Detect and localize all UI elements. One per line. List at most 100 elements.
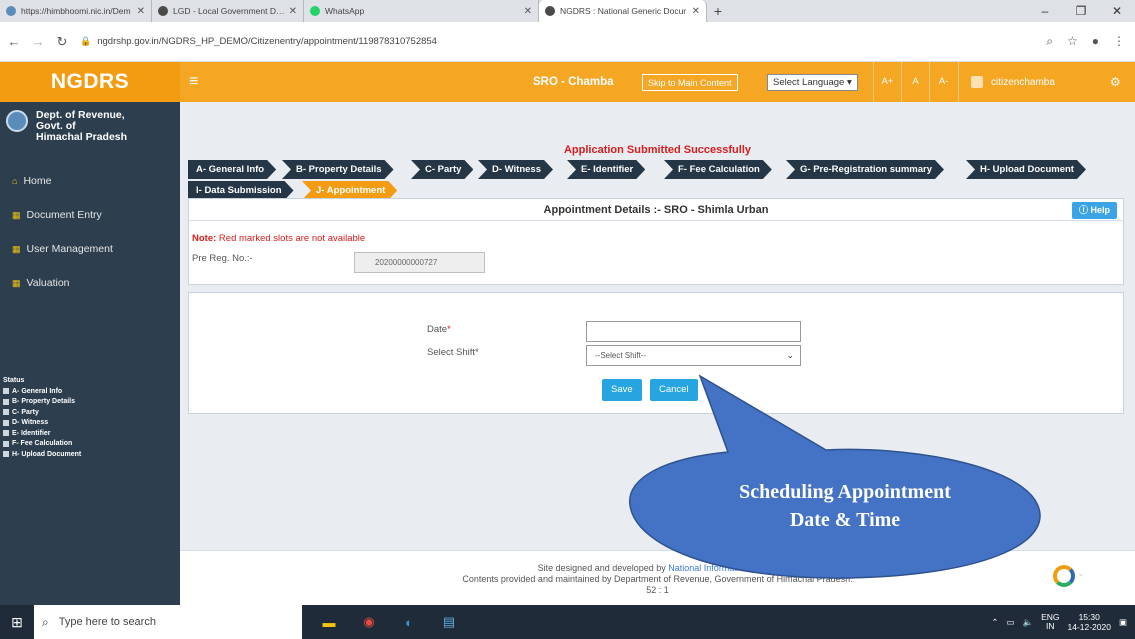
- hamburger-menu-icon[interactable]: ≡: [189, 62, 198, 102]
- taskbar-search[interactable]: ⌕ Type here to search: [34, 605, 302, 639]
- checkbox-icon: [3, 419, 9, 426]
- panel-title: Appointment Details :- SRO - Shimla Urba…: [543, 204, 769, 216]
- network-icon[interactable]: ▭: [1006, 617, 1014, 628]
- globe-icon: [158, 6, 168, 16]
- step-general-info[interactable]: A- General Info: [188, 160, 276, 179]
- save-button[interactable]: Save: [602, 379, 642, 401]
- digital-india-wordmark-icon: ~: [1079, 572, 1083, 579]
- nic-link[interactable]: National Informatics Centre: [668, 563, 777, 573]
- sidebar: Dept. of Revenue, Govt. of Himachal Prad…: [0, 102, 180, 605]
- footer-text: Site designed and developed by: [537, 563, 666, 573]
- maximize-button[interactable]: ❐: [1063, 0, 1099, 22]
- reload-icon[interactable]: ↻: [52, 34, 72, 50]
- close-tab-icon[interactable]: ✕: [524, 6, 532, 17]
- minimize-button[interactable]: –: [1027, 0, 1063, 22]
- skip-to-main-link[interactable]: Skip to Main Content: [642, 74, 738, 91]
- close-window-button[interactable]: ✕: [1099, 0, 1135, 22]
- tab-title: NGDRS : National Generic Docur: [560, 6, 687, 16]
- edge-icon[interactable]: ◐: [394, 607, 424, 637]
- date-label: Date*: [427, 324, 451, 335]
- font-increase-button[interactable]: A+: [873, 62, 901, 102]
- cancel-button[interactable]: Cancel: [650, 379, 698, 401]
- step-upload-document[interactable]: H- Upload Document: [966, 160, 1086, 179]
- appointment-form-panel: Date* Select Shift* --Select Shift-- ⌄ S…: [188, 292, 1124, 414]
- close-tab-icon[interactable]: ✕: [289, 6, 297, 17]
- sidebar-item-label: Valuation: [26, 277, 70, 289]
- file-explorer-icon[interactable]: ▬: [314, 607, 344, 637]
- app-logo[interactable]: NGDRS: [0, 62, 180, 102]
- browser-tab-ngdrs[interactable]: NGDRS : National Generic Docur ✕: [539, 0, 707, 22]
- help-button[interactable]: ⓘ Help: [1071, 202, 1117, 219]
- date-input[interactable]: [586, 321, 801, 342]
- close-tab-icon[interactable]: ✕: [137, 6, 145, 17]
- tab-title: WhatsApp: [325, 6, 365, 16]
- slot-note: Note: Red marked slots are not available: [192, 233, 365, 244]
- emblem-icon: [6, 110, 28, 132]
- page-footer: Site designed and developed by National …: [180, 550, 1135, 605]
- browser-tab-lgd[interactable]: LGD - Local Government Directo ✕: [152, 0, 304, 22]
- whatsapp-icon: [310, 6, 320, 16]
- chrome-icon[interactable]: ◉: [354, 607, 384, 637]
- step-fee-calculation[interactable]: F- Fee Calculation: [664, 160, 772, 179]
- volume-icon[interactable]: 🔈: [1022, 617, 1033, 628]
- browser-tab-himbhoomi[interactable]: https://himbhoomi.nic.in/Dem ✕: [0, 0, 152, 22]
- sidebar-item-home[interactable]: ⌂ Home: [0, 164, 180, 198]
- close-tab-icon[interactable]: ✕: [692, 6, 700, 17]
- more-icon[interactable]: ⋮: [1113, 34, 1125, 49]
- taskbar-search-placeholder: Type here to search: [58, 616, 156, 628]
- app-header: NGDRS ≡ SRO - Chamba Skip to Main Conten…: [0, 62, 1135, 102]
- forward-icon[interactable]: →: [28, 34, 48, 49]
- profile-icon[interactable]: ●: [1092, 34, 1099, 49]
- digital-india-logo: ~: [1053, 561, 1115, 591]
- browser-actions: ⌕ ☆ ● ⋮: [1046, 34, 1125, 49]
- status-item: D- Witness: [0, 418, 180, 429]
- checkbox-icon: [3, 398, 9, 405]
- windows-start-icon[interactable]: ⊞: [0, 614, 34, 631]
- callout-line: Date & Time: [789, 509, 901, 531]
- star-icon[interactable]: ☆: [1067, 34, 1078, 49]
- status-item: B- Property Details: [0, 397, 180, 408]
- browser-tab-whatsapp[interactable]: WhatsApp ✕: [304, 0, 539, 22]
- note-text: Red marked slots are not available: [218, 233, 366, 244]
- language-select[interactable]: Select Language ▾: [767, 74, 858, 91]
- panel-heading: Appointment Details :- SRO - Shimla Urba…: [189, 199, 1123, 221]
- sidebar-item-user-management[interactable]: ▦ User Management: [0, 232, 180, 266]
- lock-icon: 🔒: [80, 36, 92, 46]
- system-tray: ⌃ ▭ 🔈 ENG IN 15:30 14-12-2020 ▣: [991, 605, 1127, 639]
- tab-title: https://himbhoomi.nic.in/Dem: [21, 6, 131, 16]
- step-pre-registration-summary[interactable]: G- Pre-Registration summary: [786, 160, 944, 179]
- checkbox-icon: [3, 430, 9, 437]
- document-icon[interactable]: ▤: [434, 607, 464, 637]
- settings-icon[interactable]: ⚙: [1110, 62, 1121, 102]
- shift-select[interactable]: --Select Shift-- ⌄: [586, 345, 801, 366]
- pinned-apps: ▬ ◉ ◐ ▤: [314, 607, 464, 637]
- step-property-details[interactable]: B- Property Details: [282, 160, 394, 179]
- input-language[interactable]: ENG IN: [1041, 613, 1059, 631]
- status-list: Status A- General Info B- Property Detai…: [0, 377, 180, 460]
- chevron-down-icon: ⌄: [786, 350, 794, 360]
- user-menu[interactable]: citizenchamba: [958, 62, 1055, 102]
- chevron-up-icon[interactable]: ⌃: [991, 617, 998, 628]
- step-witness[interactable]: D- Witness: [478, 160, 553, 179]
- font-normal-button[interactable]: A: [901, 62, 929, 102]
- notifications-icon[interactable]: ▣: [1119, 617, 1127, 628]
- sidebar-item-valuation[interactable]: ▦ Valuation: [0, 266, 180, 300]
- checkbox-icon: [3, 451, 9, 458]
- step-identifier[interactable]: E- Identifier: [567, 160, 645, 179]
- status-item: F- Fee Calculation: [0, 439, 180, 450]
- sidebar-item-label: Document Entry: [26, 209, 102, 221]
- back-icon[interactable]: ←: [4, 34, 24, 49]
- sidebar-item-document-entry[interactable]: ▦ Document Entry: [0, 198, 180, 232]
- user-name: citizenchamba: [991, 76, 1055, 88]
- url-field[interactable]: 🔒 ngdrshp.gov.in/NGDRS_HP_DEMO/Citizenen…: [80, 29, 1036, 55]
- new-tab-button[interactable]: +: [707, 0, 729, 22]
- browser-tab-strip: https://himbhoomi.nic.in/Dem ✕ LGD - Loc…: [0, 0, 1135, 22]
- sidebar-item-label: Home: [23, 175, 52, 187]
- footer-text: Contents provided and maintained by Depa…: [462, 574, 853, 584]
- font-decrease-button[interactable]: A-: [929, 62, 957, 102]
- step-party[interactable]: C- Party: [411, 160, 473, 179]
- footer-counter: 52 : 1: [646, 585, 669, 595]
- clock[interactable]: 15:30 14-12-2020: [1067, 612, 1110, 632]
- checkbox-icon: [3, 409, 9, 416]
- zoom-icon[interactable]: ⌕: [1046, 34, 1053, 49]
